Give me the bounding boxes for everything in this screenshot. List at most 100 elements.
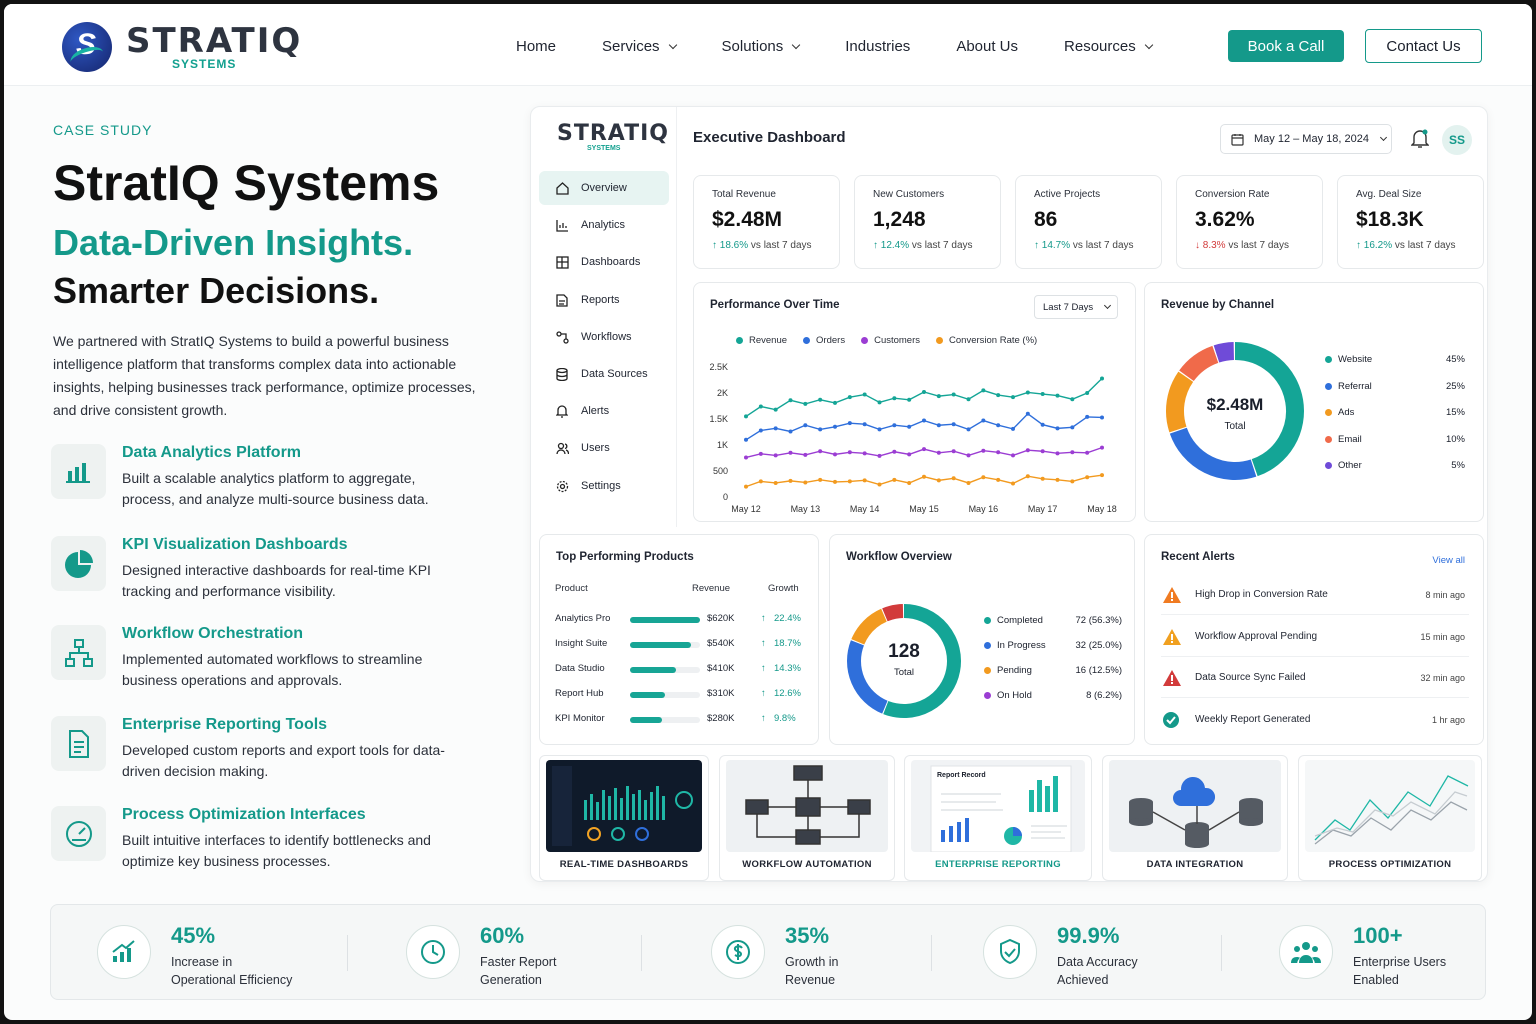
top-products-card: Top Performing Products Product Revenue …	[539, 534, 819, 745]
nav-industries[interactable]: Industries	[845, 38, 910, 55]
table-row[interactable]: Report Hub $310K ↑ 12.6%	[555, 688, 815, 704]
kpi-change-value: 18.6%	[719, 240, 749, 251]
data-point	[951, 392, 956, 397]
alert-item[interactable]: Weekly Report Generated 1 hr ago	[1161, 700, 1469, 740]
nav-about[interactable]: About Us	[956, 38, 1018, 55]
data-point	[773, 453, 778, 458]
legend-value: 32 (25.0%)	[1075, 640, 1122, 651]
thumb-label: DATA INTEGRATION	[1146, 859, 1244, 870]
table-row[interactable]: KPI Monitor $280K ↑ 9.8%	[555, 713, 815, 729]
sidebar-item-analytics[interactable]: Analytics	[539, 208, 669, 242]
growth-chart-icon	[97, 925, 151, 979]
main-nav: Home Services Solutions Industries About…	[516, 38, 1198, 55]
view-all-link[interactable]: View all	[1432, 555, 1465, 566]
data-point	[862, 422, 867, 427]
thumb-workflow-automation[interactable]: WORKFLOW AUTOMATION	[719, 755, 895, 881]
nav-resources[interactable]: Resources	[1064, 38, 1153, 55]
data-point	[922, 447, 926, 452]
revenue-bar	[630, 717, 700, 723]
kpi-change-suffix: vs last 7 days	[1394, 240, 1456, 251]
sidebar-item-users[interactable]: Users	[539, 431, 669, 465]
legend-swatch	[984, 617, 991, 624]
stat-label: Faster Report Generation	[480, 955, 557, 987]
sidebar-item-workflows[interactable]: Workflows	[539, 320, 669, 354]
sidebar-item-overview[interactable]: Overview	[539, 171, 669, 205]
sidebar-item-dashboards[interactable]: Dashboards	[539, 245, 669, 279]
data-point	[847, 395, 852, 400]
gear-icon	[555, 479, 569, 493]
data-point	[966, 397, 971, 402]
warning-icon	[1163, 628, 1181, 648]
data-point	[922, 389, 926, 394]
sidebar-label: Reports	[581, 294, 620, 306]
alert-text: Weekly Report Generated	[1195, 713, 1311, 725]
x-tick-label: May 13	[791, 504, 821, 514]
data-point	[788, 478, 793, 483]
data-point	[1100, 445, 1104, 450]
product-revenue: $620K	[707, 613, 735, 624]
brand-logo[interactable]: S STRATIQ SYSTEMS	[62, 22, 302, 72]
chevron-down-icon	[792, 40, 801, 49]
nav-home[interactable]: Home	[516, 38, 556, 55]
alert-item[interactable]: Data Source Sync Failed 32 min ago	[1161, 658, 1469, 698]
thumb-process-optimization[interactable]: PROCESS OPTIMIZATION	[1298, 755, 1482, 881]
thumb-data-integration[interactable]: DATA INTEGRATION	[1102, 755, 1288, 881]
legend-swatch	[1325, 356, 1332, 363]
alert-item[interactable]: High Drop in Conversion Rate 8 min ago	[1161, 575, 1469, 615]
workflow-diagram-image	[726, 760, 888, 852]
data-point	[951, 449, 956, 454]
legend-value: 72 (56.3%)	[1075, 615, 1122, 626]
card-title: Recent Alerts	[1161, 551, 1235, 563]
legend-item: Referral 25%	[1325, 381, 1465, 392]
notification-bell-icon[interactable]	[1410, 129, 1430, 154]
legend-value: 25%	[1445, 380, 1465, 392]
sidebar-item-alerts[interactable]: Alerts	[539, 394, 669, 428]
donut-slice	[851, 608, 888, 645]
data-point	[803, 480, 808, 485]
avatar[interactable]: SS	[1442, 125, 1472, 155]
data-point	[892, 449, 897, 454]
nav-services[interactable]: Services	[602, 38, 677, 55]
card-title: Top Performing Products	[556, 551, 694, 563]
workflow-icon	[555, 330, 569, 344]
analytics-icon	[555, 218, 569, 232]
revenue-bar-fill	[630, 617, 700, 623]
kpi-label: Total Revenue	[712, 189, 776, 200]
dashboard-preview: STRATIQ SYSTEMS Overview Analytics Dashb…	[530, 106, 1488, 882]
legend-value: 16 (12.5%)	[1075, 665, 1122, 676]
data-point	[847, 450, 852, 455]
sidebar-item-settings[interactable]: Settings	[539, 469, 669, 503]
data-point	[907, 480, 912, 485]
data-point	[996, 393, 1001, 398]
legend-label: Email	[1338, 433, 1362, 445]
donut-slice	[1179, 345, 1219, 382]
alert-item[interactable]: Workflow Approval Pending 15 min ago	[1161, 617, 1469, 657]
performance-chart-card: Performance Over Time Last 7 Days Revenu…	[693, 282, 1136, 522]
table-row[interactable]: Analytics Pro $620K ↑ 22.4%	[555, 613, 815, 629]
product-revenue: $410K	[707, 663, 735, 674]
legend-item: In Progress 32 (25.0%)	[984, 640, 1122, 651]
column-header: Growth	[768, 583, 799, 594]
book-call-button[interactable]: Book a Call	[1228, 30, 1344, 62]
arrow-up-icon: ↑	[873, 240, 881, 251]
data-point	[1070, 450, 1075, 455]
revenue-bar-fill	[630, 642, 691, 648]
data-point	[907, 397, 912, 402]
data-point	[1025, 411, 1030, 416]
revenue-bar-fill	[630, 692, 665, 698]
sidebar-item-reports[interactable]: Reports	[539, 283, 669, 317]
nav-solutions[interactable]: Solutions	[722, 38, 801, 55]
table-row[interactable]: Insight Suite $540K ↑ 18.7%	[555, 638, 815, 654]
data-point	[833, 479, 837, 484]
product-revenue: $310K	[707, 688, 735, 699]
data-point	[877, 482, 882, 487]
thumb-real-time-dashboards[interactable]: REAL-TIME DASHBOARDS	[539, 755, 709, 881]
thumb-enterprise-reporting[interactable]: Report Record ENTERPRISE REPORTING	[904, 755, 1092, 881]
clock-icon	[406, 925, 460, 979]
data-point	[862, 478, 867, 483]
date-range-picker[interactable]: May 12 – May 18, 2024	[1220, 124, 1392, 154]
table-row[interactable]: Data Studio $410K ↑ 14.3%	[555, 663, 815, 679]
sidebar-item-data-sources[interactable]: Data Sources	[539, 357, 669, 391]
stat-value: 100+	[1353, 923, 1403, 948]
contact-us-button[interactable]: Contact Us	[1365, 29, 1482, 63]
